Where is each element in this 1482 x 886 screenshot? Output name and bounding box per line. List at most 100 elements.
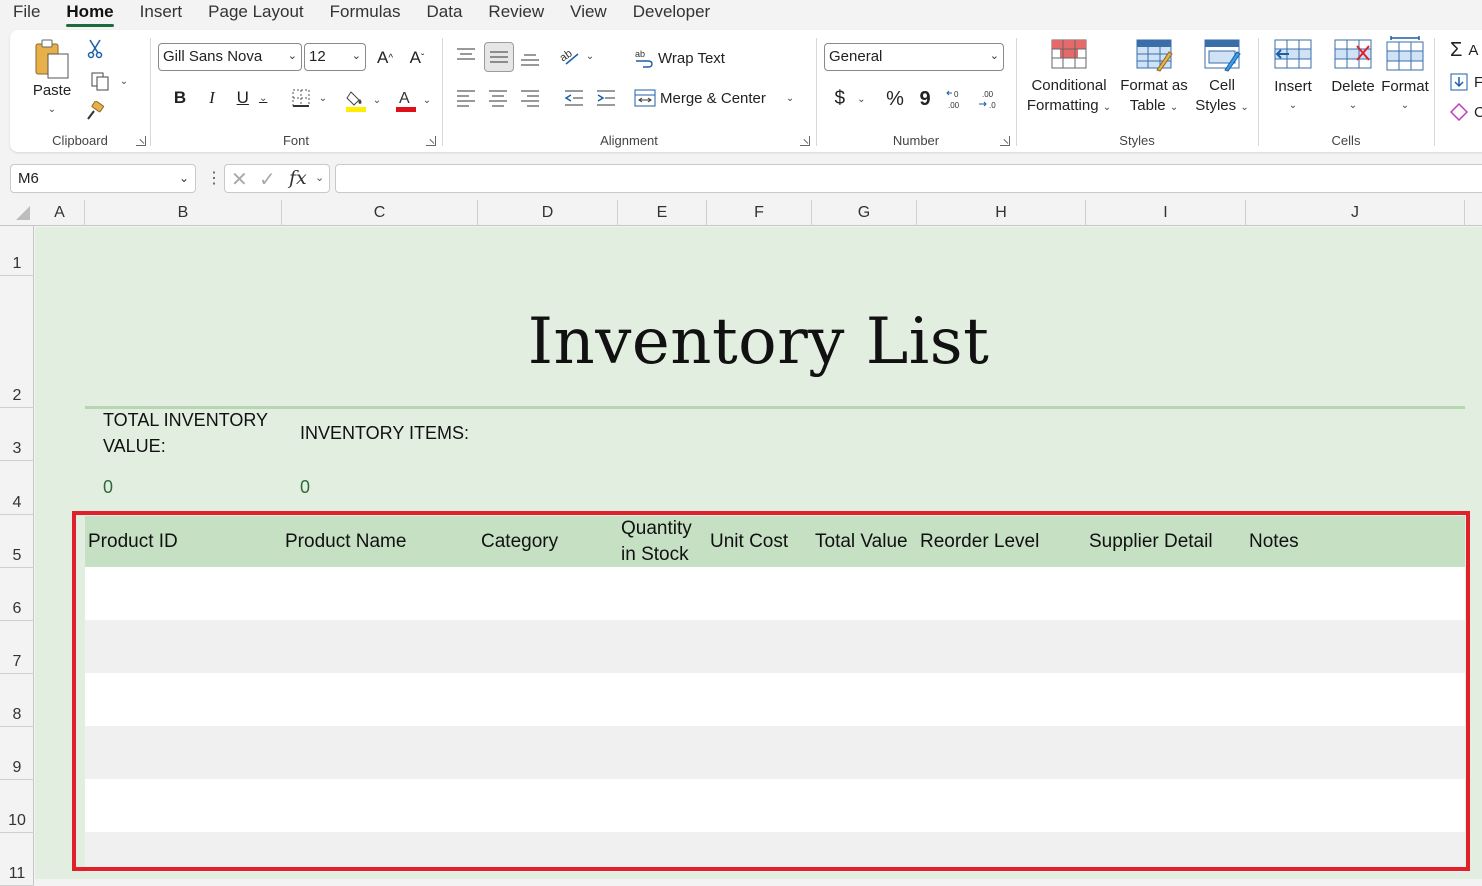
header-product-name[interactable]: Product Name [285, 516, 406, 567]
table-row[interactable] [85, 673, 1465, 726]
enter-check-icon[interactable]: ✓ [259, 167, 276, 192]
orientation-button[interactable]: ab ⌄ [554, 44, 598, 68]
decrease-indent-button[interactable] [562, 86, 586, 110]
header-total-value[interactable]: Total Value [815, 516, 908, 567]
copy-button[interactable]: ⌄ [84, 70, 134, 92]
row-header-11[interactable]: 11 [0, 833, 34, 886]
font-launcher[interactable] [426, 136, 436, 146]
table-row[interactable] [85, 567, 1465, 620]
table-row[interactable] [85, 779, 1465, 832]
row-header-10[interactable]: 10 [0, 780, 34, 833]
header-reorder-level[interactable]: Reorder Level [920, 516, 1039, 567]
column-header-b[interactable]: B [85, 200, 282, 226]
insert-function-icon[interactable]: fx [289, 167, 307, 189]
autosum-button[interactable]: Σ A [1450, 38, 1482, 62]
increase-decimal-button[interactable]: 0.00 [944, 86, 970, 112]
format-cells-button[interactable]: Format ⌄ [1376, 36, 1434, 113]
paste-button[interactable]: Paste ⌄ [30, 38, 74, 117]
borders-button[interactable]: ⌄ [288, 86, 330, 110]
row-header-5[interactable]: 5 [0, 515, 34, 568]
shrink-font-button[interactable]: Aˇ [404, 45, 430, 71]
tab-review[interactable]: Review [475, 0, 557, 28]
align-center-button[interactable] [486, 86, 510, 110]
header-product-id[interactable]: Product ID [88, 516, 178, 567]
row-header-7[interactable]: 7 [0, 621, 34, 674]
tab-home[interactable]: Home [53, 0, 126, 28]
row-header-6[interactable]: 6 [0, 568, 34, 621]
column-header-j[interactable]: J [1246, 200, 1465, 226]
column-header-i[interactable]: I [1086, 200, 1246, 226]
currency-button[interactable]: $ ⌄ [828, 86, 872, 112]
column-header-f[interactable]: F [707, 200, 812, 226]
header-notes[interactable]: Notes [1249, 516, 1299, 567]
worksheet[interactable]: Inventory List TOTAL INVENTORY VALUE: IN… [35, 227, 1482, 879]
conditional-formatting-button[interactable]: Conditional Formatting ⌄ [1024, 38, 1114, 118]
more-options-icon[interactable]: ⋮ [206, 168, 222, 190]
tab-file[interactable]: File [0, 0, 53, 28]
italic-button[interactable]: I [200, 86, 224, 110]
merge-center-button[interactable]: Merge & Center ⌄ [634, 84, 806, 112]
increase-indent-button[interactable] [594, 86, 618, 110]
column-header-c[interactable]: C [282, 200, 478, 226]
number-launcher[interactable] [1000, 136, 1010, 146]
top-align-button[interactable] [454, 44, 478, 68]
tab-formulas[interactable]: Formulas [317, 0, 414, 28]
font-size-select[interactable]: 12 ⌄ [304, 43, 366, 71]
middle-align-button[interactable] [484, 42, 514, 72]
row-headers: 1 2 3 4 5 6 7 8 9 10 11 [0, 226, 34, 886]
tab-data[interactable]: Data [414, 0, 476, 28]
bold-button[interactable]: B [168, 86, 192, 110]
bottom-align-button[interactable] [518, 46, 542, 70]
row-header-3[interactable]: 3 [0, 408, 34, 461]
underline-button[interactable]: U ⌄ [232, 86, 272, 110]
delete-cells-button[interactable]: Delete ⌄ [1324, 38, 1382, 113]
tab-page-layout[interactable]: Page Layout [195, 0, 316, 28]
tab-developer[interactable]: Developer [620, 0, 724, 28]
cut-button[interactable] [84, 38, 106, 60]
insert-cells-button[interactable]: Insert ⌄ [1266, 38, 1320, 113]
alignment-launcher[interactable] [800, 136, 810, 146]
row-header-1[interactable]: 1 [0, 226, 34, 276]
clipboard-launcher[interactable] [136, 136, 146, 146]
align-right-button[interactable] [518, 86, 542, 110]
wrap-text-button[interactable]: ab Wrap Text [634, 44, 744, 72]
number-format-select[interactable]: General ⌄ [824, 43, 1004, 71]
column-header-a[interactable]: A [35, 200, 85, 226]
tab-view[interactable]: View [557, 0, 620, 28]
font-family-select[interactable]: Gill Sans Nova ⌄ [158, 43, 302, 71]
percent-button[interactable]: % [882, 86, 908, 112]
cancel-icon[interactable]: ✕ [231, 167, 248, 192]
tab-insert[interactable]: Insert [127, 0, 196, 28]
header-quantity-in-stock[interactable]: Quantity in Stock [621, 516, 692, 567]
column-header-d[interactable]: D [478, 200, 618, 226]
conditional-formatting-label-1: Conditional [1031, 77, 1107, 94]
header-unit-cost[interactable]: Unit Cost [710, 516, 788, 567]
column-header-h[interactable]: H [917, 200, 1086, 226]
format-painter-button[interactable] [84, 100, 106, 122]
chevron-down-icon: ⌄ [585, 50, 595, 62]
grow-font-button[interactable]: A ^ [372, 45, 398, 71]
table-row[interactable] [85, 620, 1465, 673]
row-header-2[interactable]: 2 [0, 276, 34, 408]
align-left-button[interactable] [454, 86, 478, 110]
row-header-9[interactable]: 9 [0, 727, 34, 780]
column-header-g[interactable]: G [812, 200, 917, 226]
name-box[interactable]: M6 ⌄ [10, 164, 196, 193]
select-all-icon[interactable] [16, 206, 30, 220]
column-header-e[interactable]: E [618, 200, 707, 226]
row-header-4[interactable]: 4 [0, 461, 34, 515]
comma-button[interactable]: 9 [914, 86, 936, 112]
header-category[interactable]: Category [481, 516, 558, 567]
row-header-8[interactable]: 8 [0, 674, 34, 727]
table-row[interactable] [85, 832, 1465, 872]
cell-styles-button[interactable]: Cell Styles ⌄ [1194, 38, 1250, 118]
clear-button[interactable]: C [1450, 100, 1482, 124]
fill-button[interactable]: F [1450, 70, 1482, 94]
table-row[interactable] [85, 726, 1465, 779]
decrease-decimal-button[interactable]: .00.0 [976, 86, 1002, 112]
format-as-table-button[interactable]: Format as Table ⌄ [1118, 38, 1190, 118]
fill-color-button[interactable]: ⌄ [342, 86, 384, 114]
header-supplier-detail[interactable]: Supplier Detail [1089, 516, 1213, 567]
formula-input[interactable] [335, 164, 1482, 193]
font-color-button[interactable]: A ⌄ [392, 86, 434, 114]
